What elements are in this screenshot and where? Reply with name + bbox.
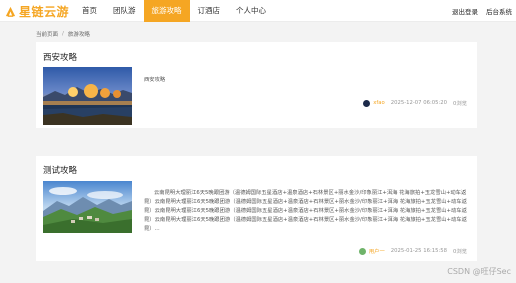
- guide-summary: 云南昆明大理丽江6天5晚跟团游（温德姆国际五星酒店+温泉酒店+石林景区+丽水金沙…: [144, 190, 467, 232]
- guide-meta: 用户一 2025-01-25 16:15:58 0浏览: [358, 247, 467, 255]
- nav-item-travel-guides[interactable]: 旅游攻略: [143, 0, 190, 22]
- publish-time: 2025-12-07 06:05:20: [390, 100, 448, 106]
- view-count: 0浏览: [453, 249, 467, 255]
- top-navbar: 星链云游 首页 团队游 旅游攻略 订酒店 个人中心 退出登录 后台系统: [0, 0, 516, 22]
- admin-link[interactable]: 后台系统: [486, 6, 512, 16]
- nav-item-group-tours[interactable]: 团队游: [105, 0, 144, 22]
- guide-meta: xfao 2025-12-07 06:05:20 0浏览: [363, 99, 467, 107]
- guide-card[interactable]: 测试攻略 云南昆明大理丽江6天5晚跟团游（温德姆国际五星酒店+温泉酒店+石林景区…: [36, 156, 477, 261]
- header-actions: 退出登录 后台系统: [444, 0, 512, 22]
- author-name[interactable]: 用户一: [369, 247, 385, 255]
- nav-item-user-center[interactable]: 个人中心: [228, 0, 274, 22]
- logo-icon: [5, 6, 16, 17]
- lake-sunset-image[interactable]: [43, 67, 132, 125]
- logout-link[interactable]: 退出登录: [452, 6, 478, 16]
- view-count: 0浏览: [453, 101, 467, 107]
- mountain-village-image[interactable]: [43, 181, 132, 233]
- guide-title[interactable]: 西安攻略: [43, 51, 77, 63]
- breadcrumb-current-page[interactable]: 当前页面: [36, 30, 58, 38]
- nav-item-hotel-booking[interactable]: 订酒店: [190, 0, 229, 22]
- publish-time: 2025-01-25 16:15:58: [390, 248, 448, 254]
- watermark: CSDN @旺仔Sec: [447, 267, 511, 276]
- nav-item-home[interactable]: 首页: [74, 0, 105, 22]
- author-name[interactable]: xfao: [373, 100, 385, 106]
- guide-card[interactable]: 西安攻略 西安攻略 xfao 2025-12-07 06:05:20 0浏览: [36, 42, 477, 128]
- guide-summary: 西安攻略: [144, 77, 166, 83]
- logo[interactable]: 星链云游: [4, 3, 69, 19]
- breadcrumb-travel-guides[interactable]: 旅游攻略: [68, 30, 90, 38]
- avatar: [358, 247, 366, 255]
- breadcrumb: 当前页面 / 旅游攻略: [36, 30, 90, 38]
- guide-title[interactable]: 测试攻略: [43, 164, 77, 176]
- avatar: [363, 99, 371, 107]
- main-nav: 首页 团队游 旅游攻略 订酒店 个人中心: [74, 0, 274, 22]
- breadcrumb-separator: /: [62, 31, 64, 37]
- logo-text: 星链云游: [19, 4, 70, 19]
